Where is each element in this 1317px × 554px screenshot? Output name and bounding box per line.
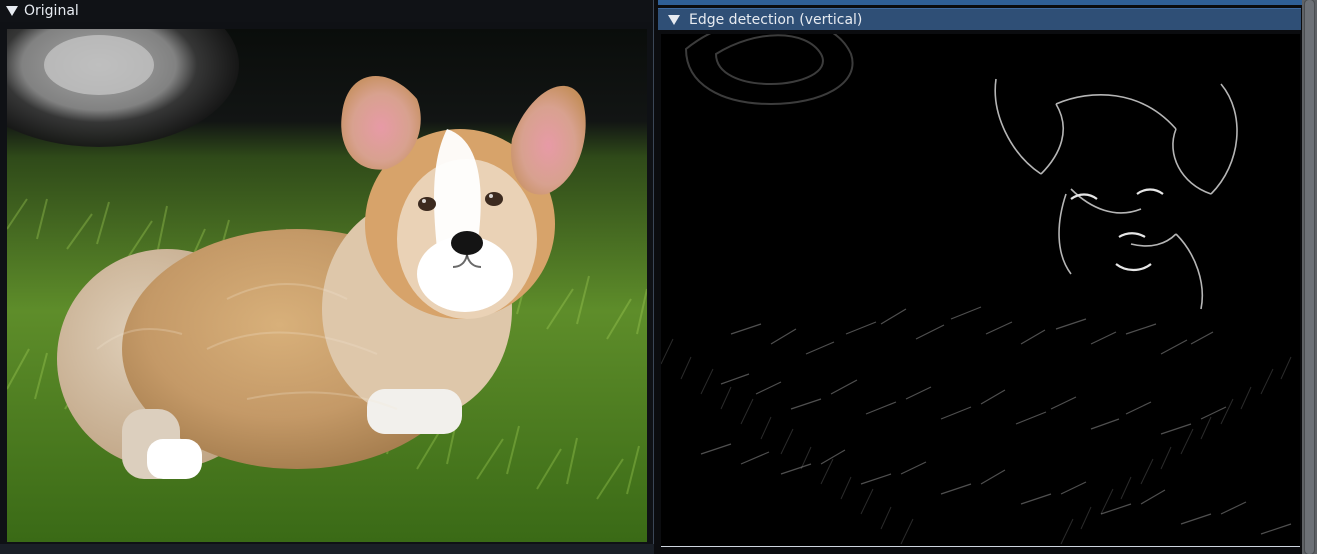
right-vertical-scrollbar[interactable]	[1302, 0, 1317, 554]
window-edge-detection: Edge detection (vertical)	[654, 0, 1317, 554]
corgi-photo	[7, 29, 647, 542]
window-edge-detection-title: Edge detection (vertical)	[689, 12, 863, 28]
edge-detection-render	[661, 34, 1300, 546]
original-image	[7, 29, 647, 542]
window-edge-detection-titlebar[interactable]: Edge detection (vertical)	[658, 8, 1301, 30]
collapse-arrow-icon[interactable]	[6, 6, 18, 16]
collapse-arrow-icon[interactable]	[668, 15, 680, 25]
edge-detection-image	[661, 34, 1300, 547]
app-root: Original Edge detection (vertical)	[0, 0, 1317, 554]
scrollbar-thumb[interactable]	[1305, 0, 1314, 554]
window-original: Original	[0, 0, 654, 554]
window-original-bottom-edge	[0, 544, 654, 554]
window-original-titlebar[interactable]: Original	[0, 0, 653, 22]
window-original-title: Original	[24, 3, 79, 19]
window-edge-detection-top-edge	[658, 0, 1302, 5]
